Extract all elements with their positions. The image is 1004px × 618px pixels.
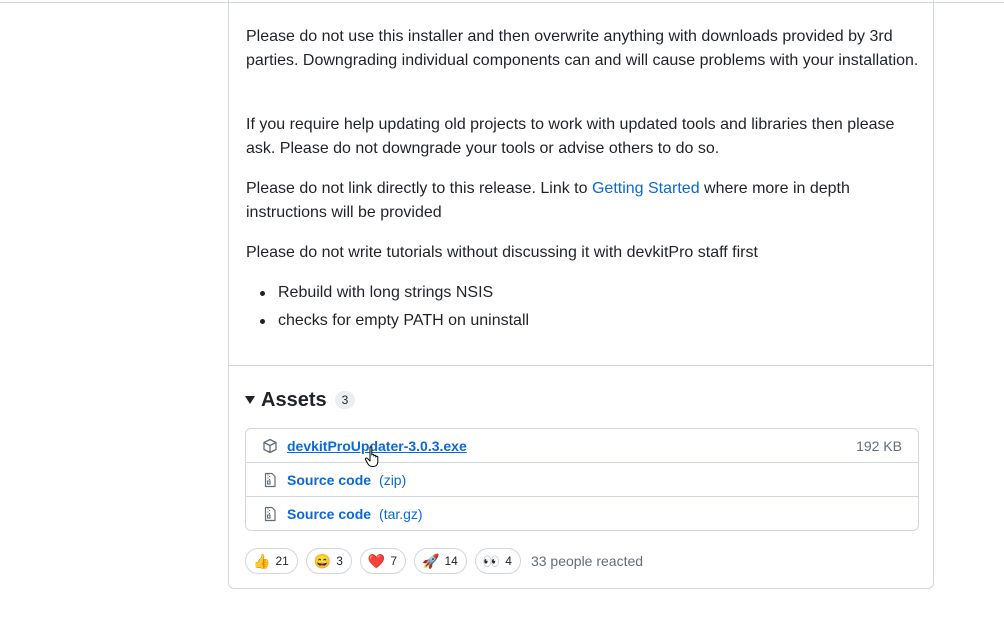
assets-list: devkitProUpdater-3.0.3.exe 192 KB Source…	[245, 428, 919, 531]
reactions-summary: 33 people reacted	[530, 553, 644, 569]
triangle-down-icon	[245, 396, 255, 404]
bullet-icon	[260, 319, 265, 324]
source-code-zip-link[interactable]: Source code	[287, 472, 371, 488]
list-item: Rebuild with long strings NSIS	[246, 281, 529, 309]
reaction-heart-button[interactable]: ❤️ 7	[359, 548, 407, 574]
reaction-thumbs-up-button[interactable]: 👍 21	[245, 548, 298, 574]
notes-paragraph: Please do not link directly to this rele…	[246, 177, 926, 225]
bullet-icon	[260, 291, 265, 296]
reaction-eyes-button[interactable]: 👀 4	[474, 548, 521, 574]
notes-paragraph: Please do not write tutorials without di…	[246, 244, 758, 261]
source-code-targz-link[interactable]: Source code	[287, 506, 371, 522]
laugh-icon: 😄	[313, 553, 332, 569]
reactions-bar: 👍 21 😄 3 ❤️ 7 🚀 14 👀 4 33 people reacted	[245, 547, 643, 575]
hand-cursor-icon	[364, 446, 382, 468]
reaction-count: 7	[390, 554, 398, 568]
eyes-icon: 👀	[482, 553, 501, 569]
release-card: Please do not use this installer and the…	[228, 0, 934, 589]
thumbs-up-icon: 👍	[253, 553, 271, 569]
notes-text: Please do not link directly to this rele…	[246, 180, 592, 197]
assets-toggle[interactable]: Assets 3	[245, 386, 356, 414]
format-label[interactable]: (zip)	[379, 472, 406, 488]
file-zip-icon	[262, 506, 278, 522]
reaction-count: 3	[336, 554, 343, 568]
rocket-icon: 🚀	[422, 553, 440, 569]
list-item-text: checks for empty PATH on uninstall	[278, 312, 530, 329]
notes-paragraph: Please do not use this installer and the…	[246, 28, 919, 69]
heart-icon: ❤️	[367, 553, 386, 569]
asset-row: Source code (tar.gz)	[246, 496, 918, 531]
reaction-count: 14	[444, 554, 458, 568]
format-label[interactable]: (tar.gz)	[379, 506, 423, 522]
reaction-count: 4	[505, 554, 512, 568]
assets-count-badge: 3	[334, 391, 356, 409]
list-item: checks for empty PATH on uninstall	[246, 309, 529, 337]
asset-row: devkitProUpdater-3.0.3.exe 192 KB	[246, 429, 918, 463]
reaction-laugh-button[interactable]: 😄 3	[305, 548, 352, 574]
package-icon	[262, 438, 278, 454]
getting-started-link[interactable]: Getting Started	[592, 180, 700, 197]
reaction-rocket-button[interactable]: 🚀 14	[414, 548, 467, 574]
asset-size: 192 KB	[856, 438, 902, 454]
notes-paragraph: If you require help updating old project…	[246, 116, 895, 157]
reaction-count: 21	[275, 554, 289, 568]
asset-row: Source code (zip)	[246, 462, 918, 497]
assets-title: Assets	[261, 388, 327, 411]
section-divider	[229, 365, 933, 366]
changes-list: Rebuild with long strings NSIS checks fo…	[246, 281, 529, 337]
list-item-text: Rebuild with long strings NSIS	[278, 284, 494, 301]
file-zip-icon	[262, 472, 278, 488]
